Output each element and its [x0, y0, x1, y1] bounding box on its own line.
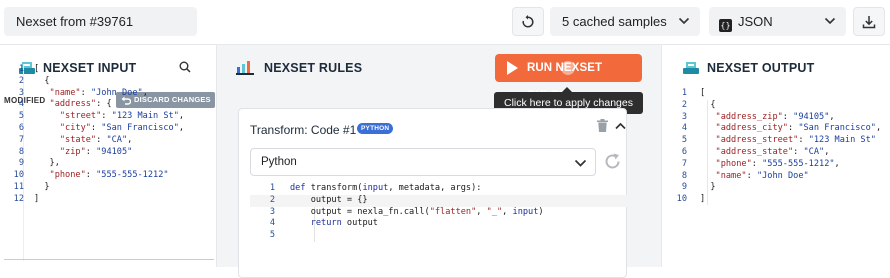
samples-select[interactable]: 5 cached samples [550, 7, 700, 36]
nexset-rules-panel: NEXSET RULES RUN NEXSET RULES Click here… [216, 44, 662, 278]
cursor-indicator [561, 61, 575, 75]
rules-panel-title: NEXSET RULES [264, 61, 363, 75]
samples-select-value: 5 cached samples [562, 14, 667, 29]
download-icon [862, 15, 876, 28]
reset-button[interactable] [512, 7, 544, 36]
output-panel-title: NEXSET OUTPUT [707, 61, 815, 75]
chevron-down-icon [574, 159, 587, 167]
input-json-editor[interactable]: [ { "name": "John Doe", "address": { "st… [34, 64, 184, 206]
play-icon [507, 61, 518, 75]
output-line-numbers: 1 2 3 4 5 6 7 8 9 10 [676, 88, 687, 205]
language-select-value: Python [261, 156, 297, 168]
transform-card-title: Transform: Code #1 [250, 123, 357, 137]
input-line-numbers: 1 2 3 4 5 6 7 8 9 10 11 12 [13, 64, 24, 204]
trash-icon[interactable] [597, 119, 608, 132]
format-select[interactable]: {} JSON [709, 7, 846, 36]
run-nexset-rules-button[interactable]: RUN NEXSET RULES [495, 54, 642, 102]
horizontal-scrollbar[interactable] [4, 259, 214, 260]
refresh-icon[interactable] [603, 152, 622, 171]
dataset-icon [683, 62, 699, 74]
nexset-title-field[interactable]: Nexset from #39761 [4, 7, 197, 36]
transform-code-card: Transform: Code #1 PYTHON Python 12345 d… [238, 108, 627, 278]
top-bar: Nexset from #39761 5 cached samples {} JS… [0, 0, 890, 44]
reset-icon [522, 14, 534, 28]
format-select-value: JSON [738, 14, 773, 29]
output-json-viewer: [ { "address_zip": "94105", "address_cit… [700, 88, 882, 205]
language-select[interactable]: Python [250, 148, 596, 176]
chevron-down-icon [678, 17, 690, 25]
rules-icon [236, 61, 254, 75]
code-line-numbers: 12345 [269, 183, 275, 241]
python-code-editor[interactable]: def transform(input, metadata, args): ou… [290, 183, 544, 230]
chevron-up-icon[interactable] [615, 122, 626, 130]
chevron-down-icon [824, 17, 836, 25]
language-badge: PYTHON [357, 123, 394, 134]
json-format-icon: {} [719, 19, 732, 32]
output-panel-header: NEXSET OUTPUT [662, 45, 890, 91]
download-button[interactable] [853, 7, 885, 36]
